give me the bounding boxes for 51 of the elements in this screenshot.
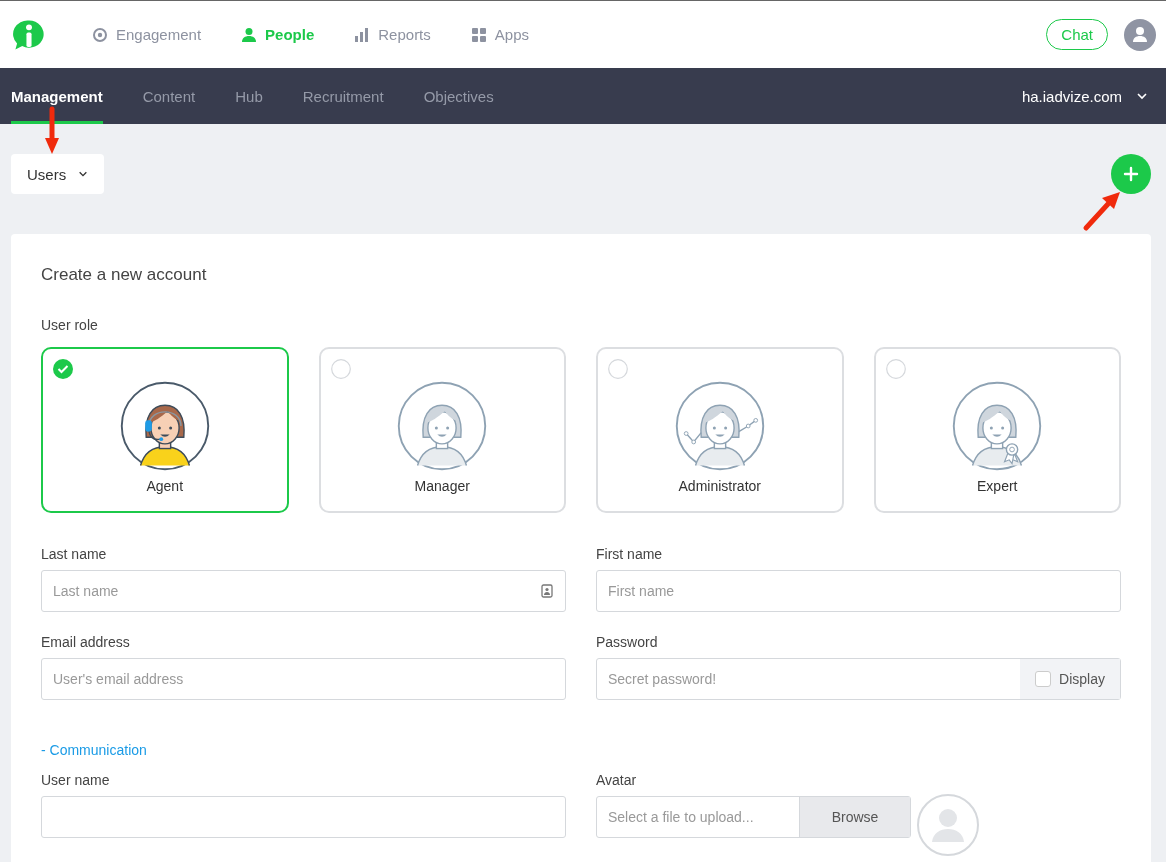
nav-item[interactable]: People <box>241 26 315 43</box>
role-card[interactable]: Manager <box>318 347 566 513</box>
bar-chart-icon <box>354 26 371 43</box>
field-label: Avatar <box>596 771 638 789</box>
user-avatar-icon[interactable] <box>1124 18 1156 51</box>
grid-icon <box>470 26 487 43</box>
field-label: Last name <box>41 545 108 563</box>
logo-icon[interactable] <box>12 18 46 51</box>
nav-tab[interactable]: Objectives <box>423 68 494 124</box>
nav-item[interactable]: Engagement <box>92 26 202 43</box>
view-dropdown[interactable]: Users <box>11 154 105 194</box>
field-label: Password <box>596 633 659 651</box>
chevron-down-icon <box>78 169 89 179</box>
text-field[interactable]: User's email address <box>41 658 566 700</box>
role-card[interactable]: Expert <box>873 347 1121 513</box>
nav-item[interactable]: Apps <box>470 26 529 43</box>
plus-icon <box>1123 166 1139 182</box>
communication-link[interactable]: - Communication <box>41 742 147 758</box>
field-label: User role <box>41 316 99 334</box>
chevron-down-icon <box>1136 90 1148 102</box>
contact-card-icon <box>541 584 553 598</box>
user-name-field[interactable] <box>41 796 566 838</box>
field-label: Email address <box>41 633 131 651</box>
target-icon <box>92 26 108 43</box>
chat-button[interactable]: Chat <box>1046 19 1108 50</box>
nav-tab[interactable]: Recruitment <box>302 68 384 124</box>
radio-circle-icon <box>885 359 906 379</box>
account-dropdown[interactable]: ha.iadvize.com <box>1021 68 1148 124</box>
annotation-arrow <box>1082 190 1122 232</box>
avatar-placeholder-icon <box>917 794 979 856</box>
add-button[interactable] <box>1111 154 1151 194</box>
text-field[interactable]: First name <box>596 570 1121 612</box>
text-field[interactable]: Last name <box>41 570 566 612</box>
radio-circle-icon <box>330 359 351 379</box>
nav-tab[interactable]: Management <box>11 68 103 124</box>
check-circle-icon <box>53 359 73 379</box>
role-card[interactable]: Agent <box>41 347 289 513</box>
radio-circle-icon <box>608 359 628 379</box>
checkbox[interactable] <box>1035 671 1052 687</box>
form-title: Create a new account <box>41 264 208 286</box>
nav-item[interactable]: Reports <box>354 26 431 43</box>
nav-tab[interactable]: Content <box>142 68 196 124</box>
field-label: User name <box>41 771 111 789</box>
person-icon <box>241 26 258 43</box>
nav-tab[interactable]: Hub <box>235 68 263 124</box>
file-upload-field[interactable]: Select a file to upload... Browse <box>596 796 911 838</box>
role-card[interactable]: Administrator <box>596 347 844 513</box>
display-toggle[interactable]: Display <box>1020 659 1120 699</box>
field-label: First name <box>596 545 664 563</box>
annotation-arrow <box>44 106 60 156</box>
password-field[interactable]: Secret password! Display <box>596 658 1121 700</box>
